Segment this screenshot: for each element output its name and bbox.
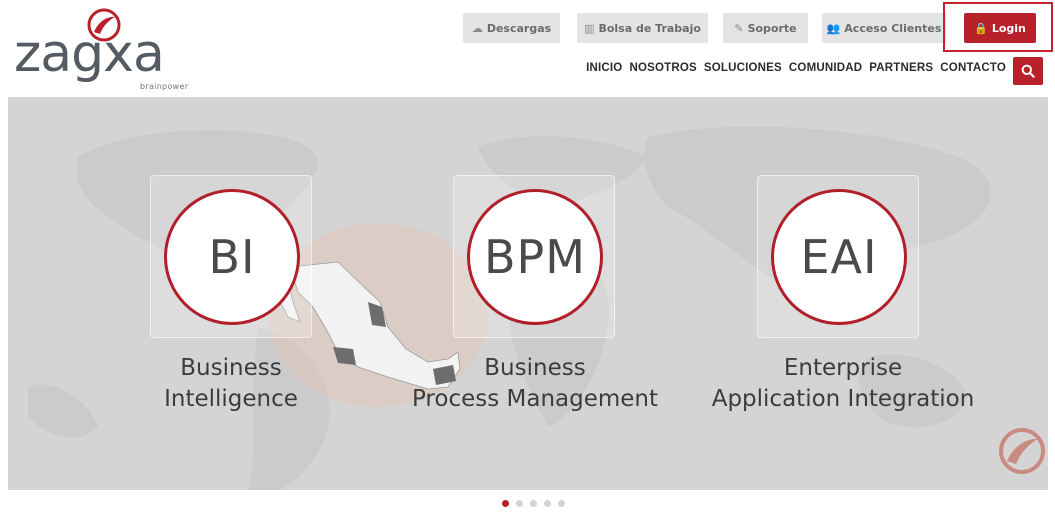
login-label: Login (991, 21, 1026, 35)
eai-caption-line1: Enterprise (783, 355, 903, 381)
bpm-caption: Business Process Management (404, 353, 666, 415)
eai-circle: EAI (771, 189, 907, 325)
bolsa-de-trabajo-button[interactable]: ▥ Bolsa de Trabajo (577, 13, 708, 43)
nav-partners[interactable]: PARTNERS (869, 62, 933, 74)
bpm-abbr: BPM (484, 230, 586, 284)
acceso-clientes-button[interactable]: 👥 Acceso Clientes (822, 13, 946, 43)
bi-caption: Business Intelligence (146, 353, 316, 415)
eai-caption-line2: Application Integration (711, 386, 975, 412)
bpm-circle: BPM (467, 189, 603, 325)
cloud-icon: ☁ (471, 21, 483, 35)
login-button[interactable]: 🔒 Login (964, 13, 1036, 43)
bpm-caption-line2: Process Management (411, 386, 659, 412)
lock-icon: 🔒 (974, 21, 988, 35)
bi-abbr: BI (208, 230, 256, 284)
users-icon: 👥 (826, 21, 841, 35)
carousel-pagination (502, 500, 565, 507)
carousel-dot[interactable] (558, 500, 565, 507)
carousel-dot[interactable] (544, 500, 551, 507)
logo-tagline: brainpower (140, 82, 189, 91)
descargas-label: Descargas (486, 21, 552, 35)
bi-card[interactable]: BI (150, 175, 312, 338)
soporte-button[interactable]: ✎ Soporte (723, 13, 808, 43)
bpm-card[interactable]: BPM (453, 175, 615, 338)
wrench-icon: ✎ (734, 21, 744, 35)
eai-card[interactable]: EAI (757, 175, 919, 338)
carousel-dot[interactable] (530, 500, 537, 507)
main-nav: INICIO NOSOTROS SOLUCIONES COMUNIDAD PAR… (586, 62, 1006, 74)
nav-inicio[interactable]: INICIO (586, 62, 622, 74)
bi-circle: BI (164, 189, 300, 325)
search-button[interactable] (1013, 57, 1043, 85)
nav-nosotros[interactable]: NOSOTROS (629, 62, 696, 74)
eai-abbr: EAI (800, 230, 878, 284)
watermark-swoosh-icon (999, 428, 1045, 474)
carousel-dot[interactable] (502, 500, 509, 507)
site-logo[interactable]: zagxa brainpower (14, 6, 188, 92)
briefcase-icon: ▥ (584, 21, 595, 35)
nav-soluciones[interactable]: SOLUCIONES (704, 62, 782, 74)
descargas-button[interactable]: ☁ Descargas (463, 13, 560, 43)
logo-wordmark: zagxa (14, 24, 165, 84)
nav-comunidad[interactable]: COMUNIDAD (789, 62, 862, 74)
search-icon (1021, 64, 1035, 78)
bolsa-label: Bolsa de Trabajo (598, 21, 701, 35)
carousel-dot[interactable] (516, 500, 523, 507)
nav-contacto[interactable]: CONTACTO (940, 62, 1006, 74)
hero-slider: BI Business Intelligence BPM Business Pr… (8, 97, 1048, 490)
eai-caption: Enterprise Application Integration (698, 353, 988, 415)
bpm-caption-line1: Business (484, 355, 586, 381)
soporte-label: Soporte (747, 21, 797, 35)
bi-caption-line2: Intelligence (164, 386, 298, 412)
bi-caption-line1: Business (180, 355, 282, 381)
acceso-clientes-label: Acceso Clientes (844, 21, 942, 35)
